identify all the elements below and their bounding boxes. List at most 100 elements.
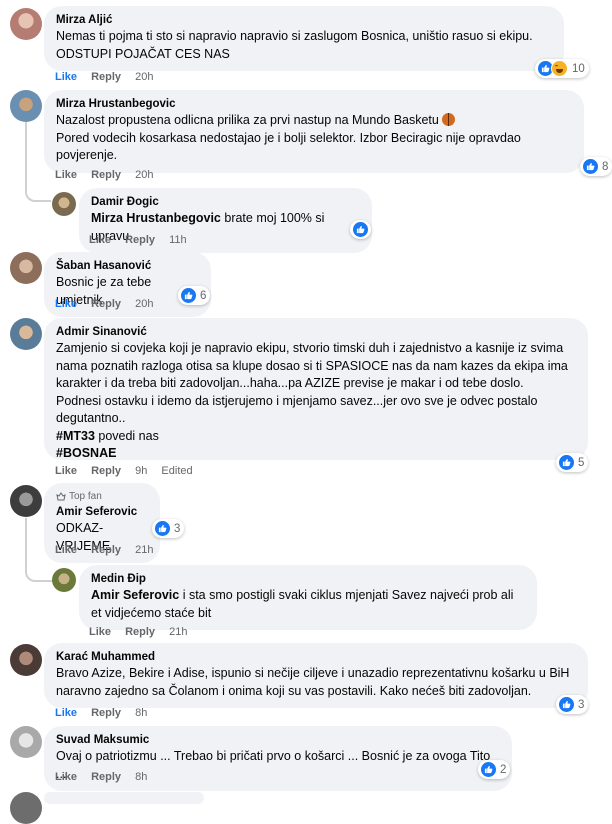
reply-button[interactable]: Reply <box>91 71 121 83</box>
comment-bubble: Karać Muhammed Bravo Azize, Bekire i Adi… <box>44 643 588 708</box>
comment-author[interactable]: Karać Muhammed <box>56 650 576 665</box>
comment-time[interactable]: 8h <box>135 771 147 783</box>
reaction-number: 3 <box>578 698 585 711</box>
comment-bubble: Medin Đip Amir Seferovic i sta smo posti… <box>79 565 537 630</box>
avatar[interactable] <box>10 726 42 758</box>
comment-actions: Like Reply 11h <box>89 233 198 247</box>
like-button[interactable]: Like <box>55 707 77 719</box>
comment-actions: Like Reply 20h <box>55 168 164 182</box>
reaction-count[interactable]: 6 <box>178 286 211 305</box>
like-reaction-icon <box>154 520 171 537</box>
reaction-number: 5 <box>578 456 585 469</box>
comment-time[interactable]: 9h <box>135 465 147 477</box>
comment-time[interactable]: 20h <box>135 298 153 310</box>
like-reaction-icon <box>558 454 575 471</box>
comment-author[interactable]: Mirza Hrustanbegovic <box>56 97 572 112</box>
like-button[interactable]: Like <box>55 465 77 477</box>
comment-bubble: Mirza Hrustanbegovic Nazalost propustena… <box>44 90 584 173</box>
avatar-image <box>10 644 42 676</box>
comment-actions: Like Reply 8h <box>55 770 158 784</box>
avatar-image <box>52 568 76 592</box>
comment-item: Šaban Hasanović Bosnic je za tebe umjetn… <box>0 248 612 317</box>
comment-author[interactable]: Amir Seferovic <box>56 505 148 520</box>
comment-text-line: Nazalost propustena odlicna prilika za p… <box>56 113 439 127</box>
avatar[interactable] <box>52 192 76 216</box>
avatar[interactable] <box>10 318 42 350</box>
top-fan-label: Top fan <box>69 491 102 502</box>
like-button[interactable]: Like <box>89 626 111 638</box>
reply-button[interactable]: Reply <box>91 707 121 719</box>
comment-actions: Like Reply 20h <box>55 297 164 311</box>
comment-actions: Like Reply 21h <box>89 625 198 639</box>
reaction-number: 10 <box>572 62 585 75</box>
avatar[interactable] <box>10 485 42 517</box>
reply-button[interactable]: Reply <box>91 169 121 181</box>
comment-time[interactable]: 20h <box>135 71 153 83</box>
reply-button[interactable]: Reply <box>91 465 121 477</box>
avatar[interactable] <box>10 8 42 40</box>
reply-button[interactable]: Reply <box>91 544 121 556</box>
reply-button[interactable]: Reply <box>91 771 121 783</box>
like-button[interactable]: Like <box>55 71 77 83</box>
avatar[interactable] <box>10 792 42 824</box>
reaction-count[interactable]: 10 <box>535 59 589 78</box>
avatar-image <box>52 192 76 216</box>
comment-actions: Like Reply 20h <box>55 70 164 84</box>
comment-text: Amir Seferovic i sta smo postigli svaki … <box>91 587 525 622</box>
basketball-emoji-icon <box>441 113 455 126</box>
comment-author[interactable]: Medin Đip <box>91 572 525 587</box>
comment-text: Nemas ti pojma ti sto si napravio naprav… <box>56 29 533 61</box>
reaction-count[interactable]: 3 <box>556 695 589 714</box>
comment-time[interactable]: 21h <box>169 626 187 638</box>
comment-text: Nazalost propustena odlicna prilika za p… <box>56 112 572 130</box>
reply-button[interactable]: Reply <box>125 626 155 638</box>
reaction-number: 6 <box>200 289 207 302</box>
top-fan-badge[interactable]: Top fan <box>56 490 148 503</box>
comment-author[interactable]: Admir Sinanović <box>56 325 576 340</box>
avatar-image <box>10 792 42 824</box>
comment-time[interactable]: 20h <box>135 169 153 181</box>
comment-time[interactable]: 8h <box>135 707 147 719</box>
avatar[interactable] <box>10 252 42 284</box>
reaction-count[interactable]: 2 <box>478 760 511 779</box>
comment-author[interactable]: Damir Đogic <box>91 195 360 210</box>
reaction-count[interactable]: 5 <box>556 453 589 472</box>
hashtag-link[interactable]: #MT33 <box>56 429 95 443</box>
like-button[interactable]: Like <box>55 298 77 310</box>
like-reaction-icon <box>180 287 197 304</box>
reaction-count[interactable] <box>350 220 371 239</box>
comment-author[interactable]: Suvad Maksumic <box>56 733 500 748</box>
reaction-number: 2 <box>500 763 507 776</box>
comment-bubble-partial <box>44 792 204 804</box>
comment-item: Top fan Amir Seferovic ODKAZ-VRIJEME 3 L… <box>0 481 612 563</box>
like-button[interactable]: Like <box>55 771 77 783</box>
avatar-image <box>10 485 42 517</box>
hashtag-link[interactable]: #BOSNAE <box>56 446 116 460</box>
like-button[interactable]: Like <box>55 169 77 181</box>
comment-item: Admir Sinanović Zamjenio si covjeka koji… <box>0 316 612 482</box>
reply-item: Damir Đogic Mirza Hrustanbegovic brate m… <box>0 186 612 253</box>
comment-time[interactable]: 21h <box>135 544 153 556</box>
avatar[interactable] <box>10 90 42 122</box>
reaction-count[interactable]: 8 <box>580 157 612 176</box>
comment-time[interactable]: 11h <box>169 234 187 246</box>
reply-item: Medin Đip Amir Seferovic i sta smo posti… <box>0 563 612 641</box>
like-button[interactable]: Like <box>89 234 111 246</box>
comment-author[interactable]: Mirza Aljić <box>56 13 552 28</box>
avatar-image <box>10 726 42 758</box>
avatar[interactable] <box>52 568 76 592</box>
avatar-image <box>10 90 42 122</box>
mention-link[interactable]: Amir Seferovic <box>91 588 179 602</box>
hashtag-line-text: povedi nas <box>94 428 159 443</box>
like-reaction-icon <box>352 221 369 238</box>
comment-item: Mirza Hrustanbegovic Nazalost propustena… <box>0 86 612 186</box>
avatar[interactable] <box>10 644 42 676</box>
like-button[interactable]: Like <box>55 544 77 556</box>
reply-button[interactable]: Reply <box>125 234 155 246</box>
reaction-number: 3 <box>174 522 181 535</box>
mention-link[interactable]: Mirza Hrustanbegovic <box>91 211 221 225</box>
reaction-count[interactable]: 3 <box>152 519 185 538</box>
comment-author[interactable]: Šaban Hasanović <box>56 259 199 274</box>
reply-button[interactable]: Reply <box>91 298 121 310</box>
hashtag-line: #BOSNAE <box>56 445 576 463</box>
